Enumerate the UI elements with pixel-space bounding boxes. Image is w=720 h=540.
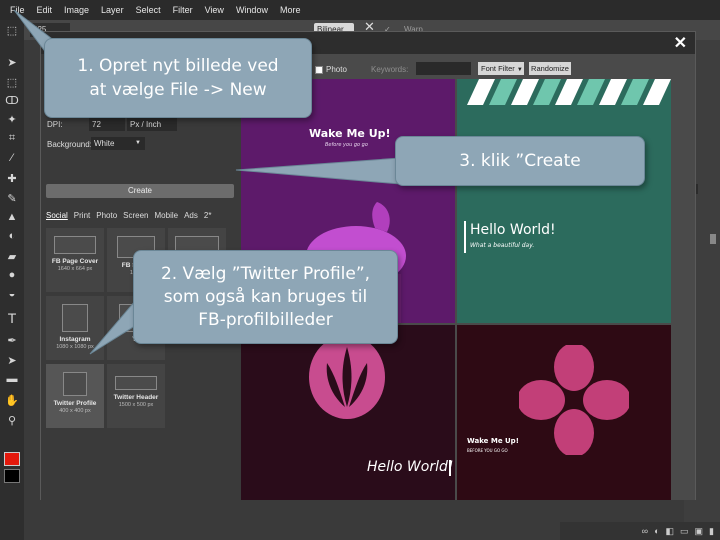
template-title: Hello World! bbox=[470, 222, 556, 238]
preset-size: 1500 x 500 px bbox=[118, 402, 154, 408]
callout-3-pointer bbox=[235, 157, 401, 185]
preset-tabs: Social Print Photo Screen Mobile Ads 2* bbox=[46, 209, 236, 223]
template-hello-world-teal[interactable]: Hello World! What a beautiful day. bbox=[457, 79, 671, 323]
eraser-icon[interactable]: ◐ bbox=[3, 228, 21, 244]
photo-filter-label: Photo bbox=[326, 65, 347, 74]
tab-photo[interactable]: Photo bbox=[96, 209, 117, 223]
tool-bar: ⬚ ➤ ⬚ ↀ ✦ ⌗ ⁄ ✚ ✎ ▲ ◐ ▰ ● ◒ T ✒ ➤ ▬ ✋ ⚲ bbox=[0, 20, 24, 540]
callout-2-line-3: FB-profilbilleder bbox=[198, 309, 333, 330]
callout-2-line-1: 2. Vælg ”Twitter Profile”, bbox=[160, 263, 371, 284]
preset-size: 400 x 400 px bbox=[59, 408, 91, 414]
adjust-icon[interactable]: ◐ bbox=[654, 526, 659, 536]
font-filter-button[interactable]: Font Filter ▼ bbox=[478, 62, 524, 75]
callout-step-1: 1. Opret nyt billede ved at vælge File -… bbox=[44, 38, 312, 118]
pen-icon[interactable]: ✒ bbox=[3, 332, 21, 348]
create-button[interactable]: Create bbox=[46, 184, 234, 198]
menu-select[interactable]: Select bbox=[130, 5, 167, 15]
tab-social[interactable]: Social bbox=[46, 209, 68, 223]
gallery-scroll-area[interactable] bbox=[671, 79, 695, 500]
preset-fb-page-cover[interactable]: FB Page Cover 1640 x 664 px bbox=[46, 228, 104, 292]
lasso-icon[interactable]: ↀ bbox=[3, 92, 21, 108]
template-subtitle: Before you go go bbox=[325, 142, 368, 148]
mask-icon[interactable]: ◧ bbox=[666, 526, 675, 537]
callout-2-line-2: som også kan bruges til bbox=[163, 286, 368, 307]
template-wake-me-up-flower[interactable]: Wake Me Up! BEFORE YOU GO GO bbox=[457, 325, 671, 500]
type-icon[interactable]: T bbox=[3, 310, 21, 326]
zoom-icon[interactable]: ⚲ bbox=[3, 412, 21, 428]
preset-shape bbox=[115, 376, 157, 390]
stripes-graphic bbox=[467, 79, 671, 105]
template-title: Wake Me Up! bbox=[309, 127, 391, 140]
callout-step-3: 3. klik ”Create bbox=[395, 136, 645, 186]
shape-icon[interactable]: ▬ bbox=[3, 371, 21, 387]
menu-window[interactable]: Window bbox=[230, 5, 274, 15]
preset-twitter-profile[interactable]: Twitter Profile 400 x 400 px bbox=[46, 364, 104, 428]
background-select[interactable]: White ▼ bbox=[91, 137, 145, 150]
preset-twitter-header[interactable]: Twitter Header 1500 x 500 px bbox=[107, 364, 165, 428]
foreground-color-swatch[interactable] bbox=[4, 452, 20, 466]
preset-name: Twitter Header bbox=[113, 394, 159, 401]
menu-layer[interactable]: Layer bbox=[95, 5, 130, 15]
tab-ads[interactable]: Ads bbox=[184, 209, 198, 223]
photo-filter[interactable]: Photo bbox=[315, 65, 347, 74]
tab-mobile[interactable]: Mobile bbox=[155, 209, 179, 223]
eyedropper-icon[interactable]: ⁄ bbox=[3, 150, 21, 166]
template-title: Hello World! bbox=[367, 459, 454, 475]
new-layer-icon[interactable]: ▣ bbox=[695, 526, 704, 537]
accent-bar bbox=[464, 221, 466, 253]
background-value: White bbox=[94, 139, 115, 148]
menu-filter[interactable]: Filter bbox=[167, 5, 199, 15]
tab-print[interactable]: Print bbox=[74, 209, 90, 223]
template-title: Wake Me Up! bbox=[467, 437, 519, 445]
font-filter-label: Font Filter bbox=[481, 64, 515, 73]
layers-footer: ∞ ◐ ◧ ▭ ▣ ▮ bbox=[560, 522, 720, 540]
keywords-input[interactable] bbox=[416, 62, 471, 75]
menu-bar: File Edit Image Layer Select Filter View… bbox=[0, 0, 720, 20]
preset-shape bbox=[54, 236, 96, 254]
panel-scrollbar[interactable] bbox=[710, 234, 716, 244]
callout-step-2: 2. Vælg ”Twitter Profile”, som også kan … bbox=[133, 250, 398, 344]
dpi-unit-select[interactable]: Px / Inch bbox=[127, 118, 177, 131]
dodge-icon[interactable]: ◒ bbox=[3, 286, 21, 302]
dpi-input[interactable]: 72 bbox=[89, 118, 125, 131]
folder-icon[interactable]: ▭ bbox=[680, 526, 689, 537]
background-label: Background: bbox=[47, 140, 92, 149]
callout-1-line-2: at vælge File -> New bbox=[89, 80, 267, 100]
tab-more[interactable]: 2* bbox=[204, 209, 212, 223]
menu-view[interactable]: View bbox=[199, 5, 230, 15]
chevron-down-icon: ▼ bbox=[516, 67, 523, 73]
brush-icon[interactable]: ✎ bbox=[3, 190, 21, 206]
heal-icon[interactable]: ✚ bbox=[3, 170, 21, 186]
link-icon[interactable]: ∞ bbox=[642, 526, 648, 536]
dpi-label: DPI: bbox=[47, 120, 63, 129]
hand-icon[interactable]: ✋ bbox=[3, 392, 21, 408]
crop-icon[interactable]: ⌗ bbox=[3, 130, 21, 146]
keywords-label: Keywords: bbox=[371, 65, 409, 74]
chevron-down-icon: ▼ bbox=[135, 140, 141, 146]
callout-1-line-1: 1. Opret nyt billede ved bbox=[77, 56, 279, 76]
preset-shape bbox=[63, 372, 87, 396]
photo-checkbox[interactable] bbox=[315, 65, 323, 74]
accent-bar bbox=[449, 460, 451, 476]
close-icon[interactable]: ✕ bbox=[674, 33, 687, 53]
gradient-icon[interactable]: ▰ bbox=[3, 248, 21, 264]
magic-wand-icon[interactable]: ✦ bbox=[3, 111, 21, 127]
preset-name: Twitter Profile bbox=[53, 400, 97, 407]
template-hello-world-dark[interactable]: Hello World! bbox=[241, 325, 455, 500]
template-subtitle: BEFORE YOU GO GO bbox=[467, 448, 508, 453]
background-color-swatch[interactable] bbox=[4, 469, 20, 483]
preset-size: 1640 x 664 px bbox=[57, 266, 93, 272]
stamp-icon[interactable]: ▲ bbox=[3, 209, 21, 225]
tab-screen[interactable]: Screen bbox=[123, 209, 148, 223]
blur-icon[interactable]: ● bbox=[3, 267, 21, 283]
menu-more[interactable]: More bbox=[274, 5, 307, 15]
template-subtitle: What a beautiful day. bbox=[470, 242, 535, 249]
preset-name: FB Page Cover bbox=[51, 258, 99, 265]
delete-icon[interactable]: ▮ bbox=[709, 526, 714, 537]
path-select-icon[interactable]: ➤ bbox=[3, 352, 21, 368]
randomize-button[interactable]: Randomize bbox=[529, 62, 571, 75]
petal-illustration bbox=[519, 345, 629, 455]
callout-3-text: 3. klik ”Create bbox=[459, 151, 581, 171]
